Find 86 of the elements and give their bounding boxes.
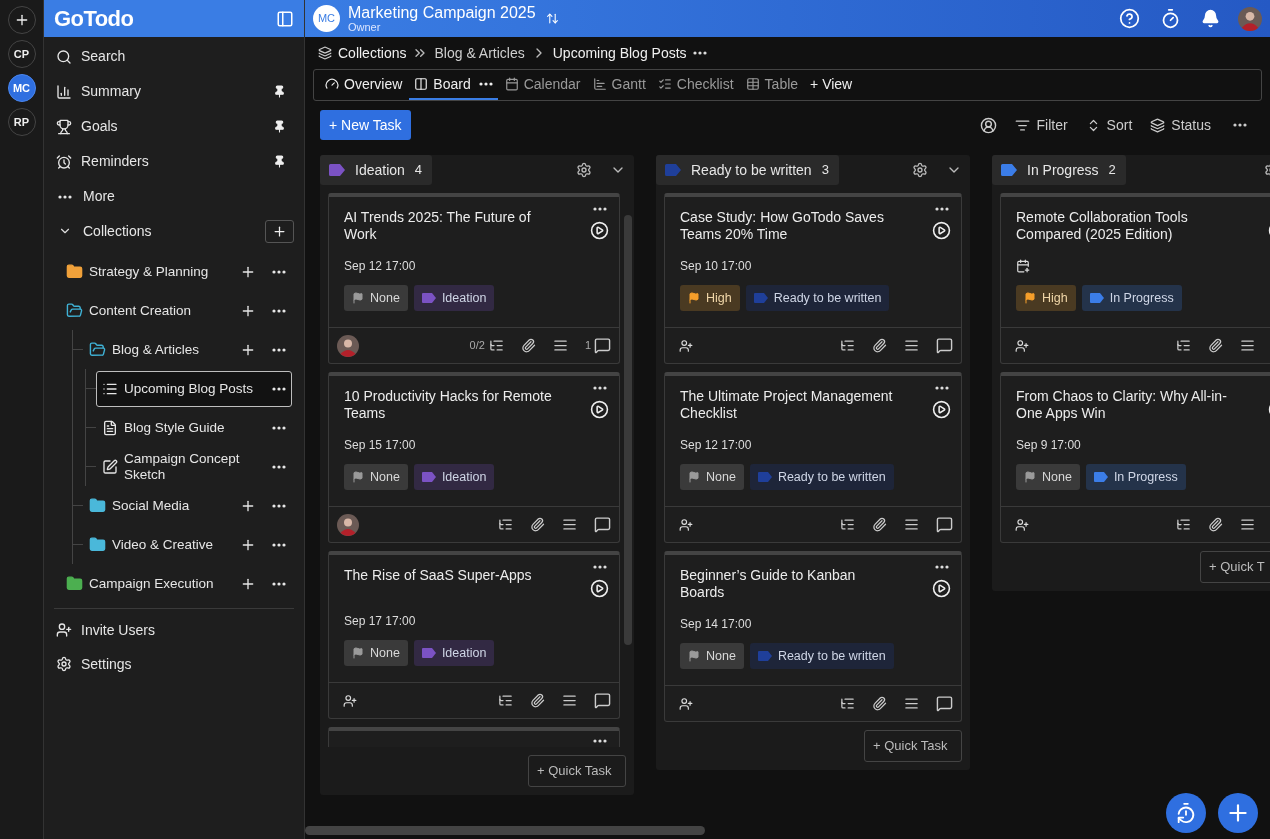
task-count: 2	[1108, 161, 1116, 180]
subtask-count: 0/2	[469, 338, 485, 354]
priority-tag: High	[1016, 285, 1076, 311]
task-card[interactable]: The Rise of SaaS Super-Apps Sep 17 17:00 None Ideation	[328, 551, 620, 719]
view-tab[interactable]: Checklist	[652, 70, 739, 100]
task-card[interactable]: The Ultimate Project Management Checklist Sep 12 17:00 None Ready to be written	[664, 372, 962, 543]
project-role: Owner	[348, 21, 381, 33]
task-card[interactable]: Case Study: How GoTodo Saves Teams 20% Time Sep 10 17:00 High Ready to be written	[664, 193, 962, 364]
card-title: The Rise of SaaS Super-Apps	[344, 567, 533, 584]
card-title: The Ultimate Project Management Checklist	[680, 388, 894, 422]
tree-item[interactable]: Social Media	[83, 487, 292, 524]
due-date: Sep 17 17:00	[344, 613, 417, 630]
status-tag: Ready to be written	[749, 643, 894, 669]
nav-item[interactable]: Settings	[54, 647, 294, 681]
tree-item[interactable]: Video & Creative	[83, 526, 292, 563]
task-count: 4	[414, 161, 423, 180]
column-header: Ideation 4	[320, 155, 433, 185]
priority-tag: None	[680, 464, 744, 490]
tree-item[interactable]: Campaign Execution	[60, 565, 292, 602]
tree-item[interactable]: Blog & Articles	[83, 331, 292, 368]
priority-tag: None	[344, 285, 408, 311]
priority-tag: None	[344, 640, 408, 666]
breadcrumb[interactable]: Upcoming Blog Posts	[552, 42, 687, 64]
view-tab[interactable]: Table	[740, 70, 804, 100]
breadcrumb[interactable]: Collections	[318, 42, 407, 64]
task-count: 3	[821, 161, 829, 180]
comment-count: 1	[584, 338, 591, 354]
status-tag: Ideation	[413, 464, 495, 490]
nav-item[interactable]: Summary	[54, 74, 294, 109]
nav-item[interactable]: Search	[54, 39, 294, 74]
status-tag: Ready to be written	[745, 285, 890, 311]
toolbar-button[interactable]: Sort	[1085, 114, 1133, 136]
tree-item[interactable]: Strategy & Planning	[60, 253, 292, 290]
card-title: Beginner’s Guide to Kanban Boards	[680, 567, 857, 601]
due-date: Sep 9 17:00	[1016, 437, 1082, 454]
column-header: Ready to be written 3	[656, 155, 839, 185]
tree-item[interactable]: Blog Style Guide	[96, 409, 292, 446]
task-card[interactable]: 10 Productivity Hacks for Remote Teams Sep 15 17:00 None Ideation	[328, 372, 620, 543]
nav-item[interactable]: Reminders	[54, 144, 294, 179]
nav-item[interactable]: Invite Users	[54, 613, 294, 647]
tree-item[interactable]: Content Creation	[60, 292, 292, 329]
app-logo: GoTodo	[54, 5, 134, 33]
column-header: In Progress 2	[992, 155, 1126, 185]
due-date: Sep 12 17:00	[344, 258, 417, 275]
new-task-button[interactable]: + New Task	[320, 110, 411, 140]
status-tag: In Progress	[1085, 464, 1186, 490]
section-title: Collections	[83, 221, 153, 241]
nav-item[interactable]: Goals	[54, 109, 294, 144]
view-tab[interactable]: Gantt	[587, 70, 651, 100]
due-date: Sep 12 17:00	[680, 437, 753, 454]
card-title: From Chaos to Clarity: Why All-in-One Apps Win	[1016, 388, 1228, 422]
status-tag: Ideation	[413, 285, 495, 311]
tree-item[interactable]: Upcoming Blog Posts	[96, 370, 292, 407]
due-date: Sep 14 17:00	[680, 616, 753, 633]
task-card[interactable]: From Chaos to Clarity: Why All-in-One Apps Win Sep 9 17:00 None In Progress	[1000, 372, 1270, 543]
view-tab[interactable]: Board	[409, 70, 498, 100]
card-title: Remote Collaboration Tools Compared (2025 Edition)	[1016, 209, 1189, 243]
priority-tag: None	[1016, 464, 1080, 490]
due-date: Sep 15 17:00	[344, 437, 417, 454]
card-title: 10 Productivity Hacks for Remote Teams	[344, 388, 553, 422]
quick-task-button[interactable]: + Quick Task	[528, 755, 626, 787]
task-card[interactable]: Remote Collaboration Tools Compared (2025 Edition) High In Progress	[1000, 193, 1270, 364]
workspace-avatar[interactable]: MC	[7, 74, 36, 102]
task-card[interactable]: AI Trends 2025: The Future of Work Sep 12 17:00 None Ideation 0/2 1	[328, 193, 620, 364]
due-date: Sep 10 17:00	[680, 258, 753, 275]
card-title: Case Study: How GoTodo Saves Teams 20% Time	[680, 209, 885, 243]
task-card[interactable]: Beginner’s Guide to Kanban Boards Sep 14 17:00 None Ready to be written	[664, 551, 962, 722]
breadcrumb[interactable]: Blog & Articles	[434, 42, 525, 64]
priority-tag: None	[680, 643, 744, 669]
quick-task-button[interactable]: + Quick T	[1200, 551, 1270, 583]
view-tab[interactable]: Overview	[320, 70, 408, 100]
view-tab[interactable]: + View	[805, 70, 858, 100]
nav-item[interactable]: More	[54, 179, 294, 214]
priority-tag: High	[680, 285, 740, 311]
quick-task-button[interactable]: + Quick Task	[864, 730, 962, 762]
status-tag: Ideation	[413, 640, 495, 666]
project-avatar: MC	[313, 5, 340, 32]
project-title: Marketing Campaign 2025	[348, 4, 536, 21]
tree-item[interactable]: Campaign Concept Sketch	[96, 448, 292, 485]
card-title: AI Trends 2025: The Future of Work	[344, 209, 532, 243]
status-tag: In Progress	[1081, 285, 1182, 311]
toolbar-button[interactable]: Filter	[1015, 114, 1068, 136]
status-tag: Ready to be written	[749, 464, 894, 490]
priority-tag: None	[344, 464, 408, 490]
toolbar-button[interactable]: Status	[1150, 114, 1211, 136]
view-tab[interactable]: Calendar	[499, 70, 586, 100]
